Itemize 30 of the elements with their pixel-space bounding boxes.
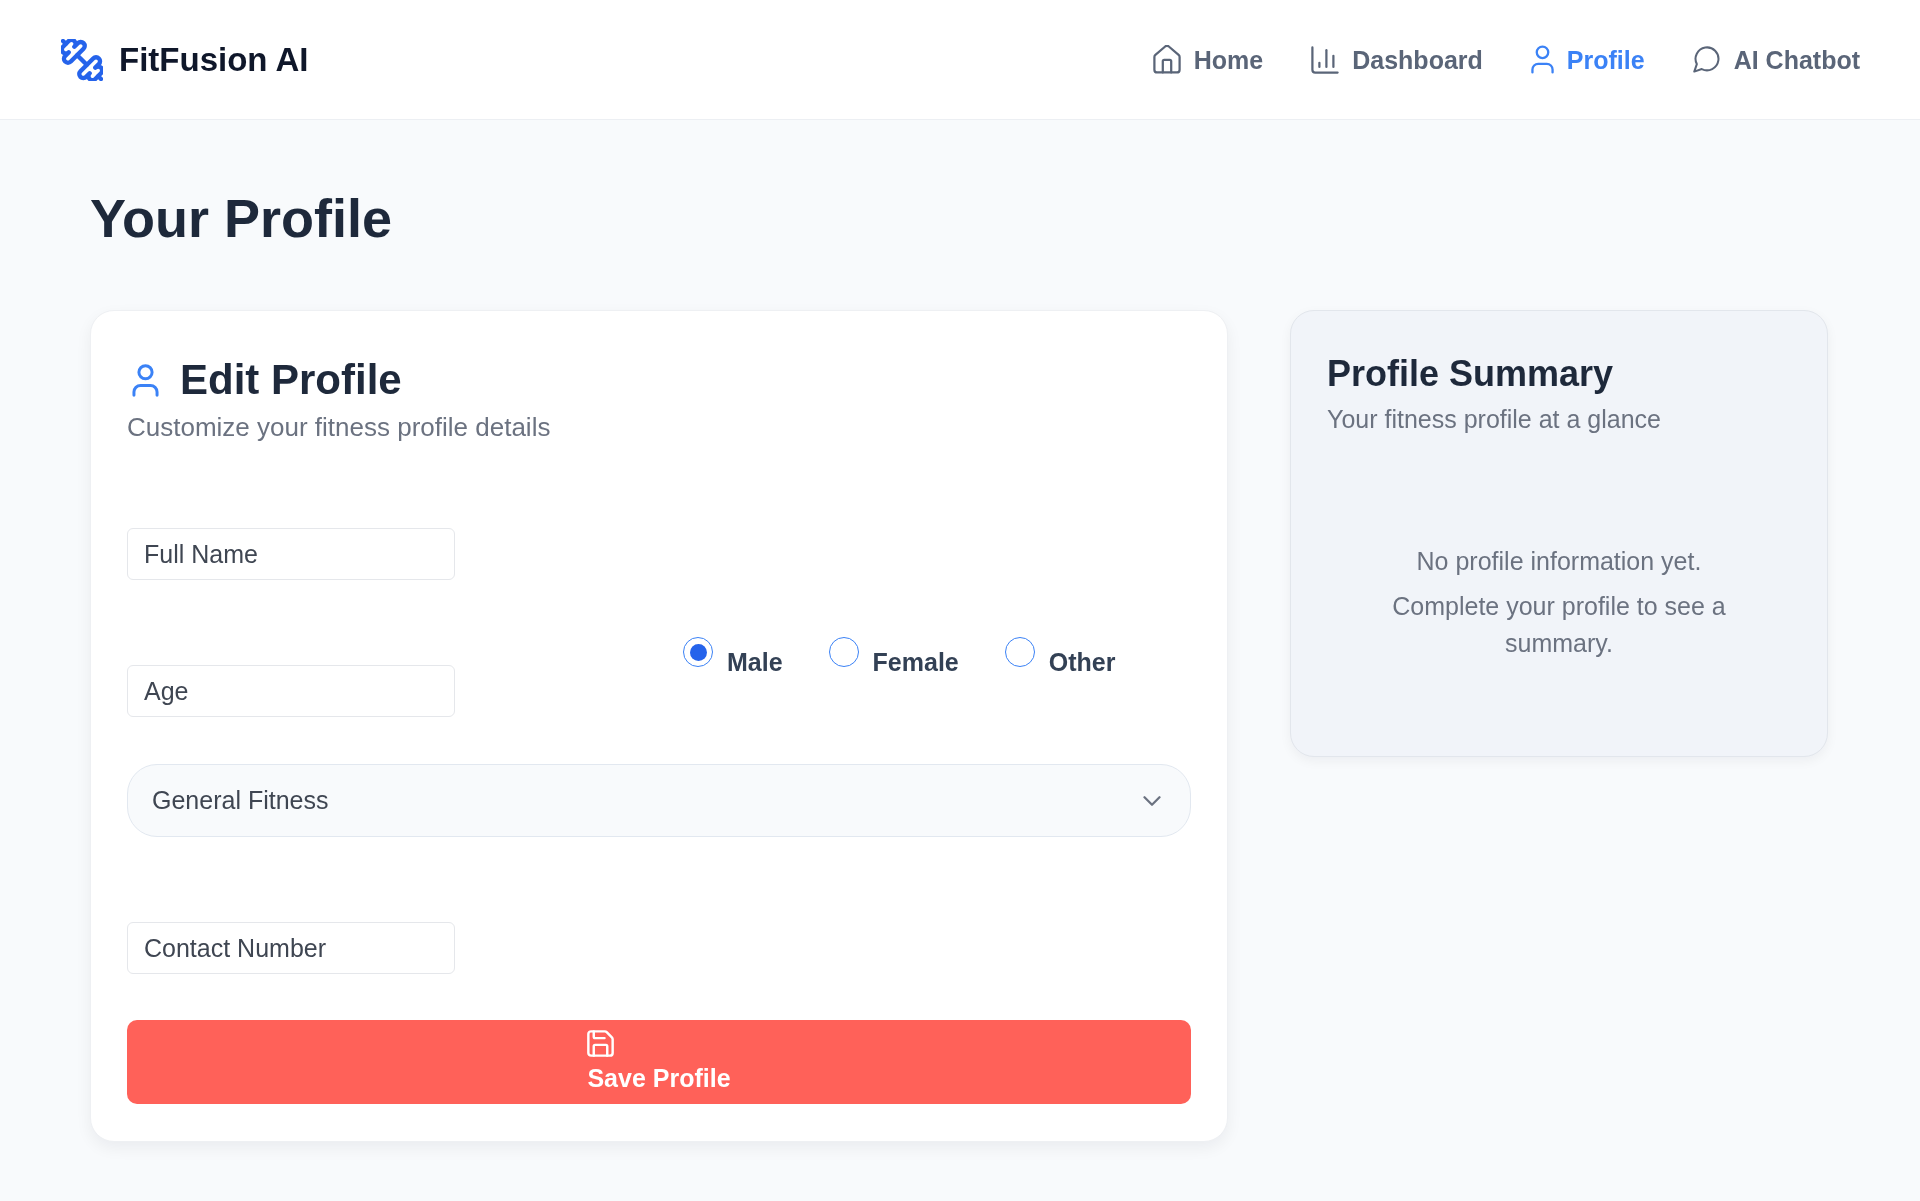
radio-button[interactable] [1004, 637, 1035, 667]
user-icon [1530, 45, 1554, 74]
empty-state-text: Complete your profile to see a summary. [1391, 591, 1727, 659]
radio-label: Other [1048, 647, 1116, 678]
chat-bubble-icon [1692, 46, 1721, 73]
age-field[interactable]: Age [127, 665, 455, 717]
card-title: Edit Profile [180, 356, 402, 404]
page-title: Your Profile [90, 187, 393, 250]
nav-link[interactable]: Profile [1530, 43, 1645, 76]
app-name: FitFusion AI [119, 39, 309, 80]
nav-link[interactable]: AI Chatbot [1692, 43, 1860, 76]
fitness-goal-dropdown[interactable]: General Fitness [127, 764, 1191, 837]
radio-label: Male [727, 647, 783, 678]
radio-button[interactable] [683, 637, 713, 667]
summary-title: Profile Summary [1327, 352, 1614, 396]
dumbbell-icon [61, 38, 103, 81]
chevron-down-icon [1143, 795, 1161, 806]
radio-label: Female [872, 647, 959, 678]
save-profile-button[interactable]: Save Profile [127, 1020, 1191, 1104]
card-subtitle: Customize your fitness profile details [127, 412, 551, 442]
full-name-field[interactable]: Full Name [127, 528, 455, 580]
nav-link[interactable]: Dashboard [1311, 43, 1483, 76]
radio-button[interactable] [828, 637, 859, 667]
summary-subtitle: Your fitness profile at a glance [1327, 404, 1661, 434]
bar-chart-icon [1311, 45, 1340, 74]
contact-number-field[interactable]: Contact Number [127, 922, 455, 974]
user-icon [132, 363, 159, 397]
home-icon [1152, 45, 1181, 74]
empty-state-text: No profile information yet. [1416, 546, 1702, 577]
nav-link[interactable]: Home [1152, 43, 1264, 76]
